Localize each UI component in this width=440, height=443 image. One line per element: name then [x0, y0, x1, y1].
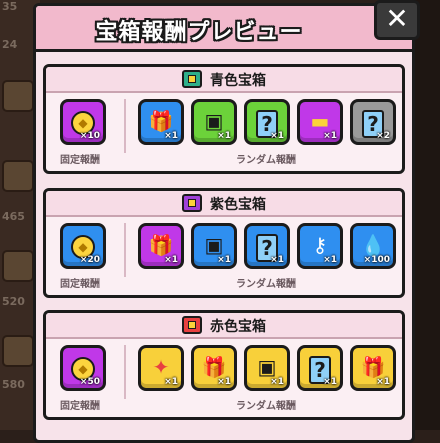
- random-reward-item[interactable]: ▣ ×1: [191, 99, 237, 145]
- robot-icon: ▣: [204, 109, 224, 133]
- reward-quantity: ×1: [217, 255, 231, 265]
- robot-icon: ▣: [204, 233, 224, 257]
- dialog-title-bar: 宝箱報酬プレビュー: [36, 6, 412, 52]
- background-number: 24: [2, 38, 18, 51]
- background-tile: [2, 250, 34, 282]
- robot-icon: ▣: [257, 355, 277, 379]
- section-title: 青色宝箱: [46, 70, 402, 90]
- section-title-text: 紫色宝箱: [210, 197, 266, 213]
- random-reward-item[interactable]: 🎁 ×1: [138, 223, 184, 269]
- map-icon: ✦: [152, 355, 170, 379]
- ticket-icon: ▬: [310, 109, 330, 133]
- drop-icon: 💧: [360, 233, 386, 257]
- reward-preview-dialog: 宝箱報酬プレビュー ✕ 青色宝箱 ◆ ×10 固定報酬 🎁 ×1 ▣ ×1? ×1 ▬ ×1? ×2 ラ…: [33, 0, 420, 443]
- chest-section: 紫色宝箱 ◆ ×20 固定報酬 🎁 ×1 ▣ ×1? ×1 ⚷ ×1 💧 ×100 ランダム報酬: [43, 188, 405, 298]
- section-header: 青色宝箱: [46, 67, 402, 93]
- random-reward-label: ランダム報酬: [236, 155, 296, 166]
- background-number: 580: [2, 378, 25, 391]
- reward-divider: [124, 99, 126, 153]
- reward-quantity: ×1: [270, 377, 284, 387]
- background-tile: [2, 335, 34, 367]
- reward-quantity: ×10: [79, 131, 100, 141]
- close-button[interactable]: ✕: [374, 0, 420, 40]
- random-reward-item[interactable]: ? ×2: [350, 99, 396, 145]
- reward-quantity: ×1: [217, 131, 231, 141]
- reward-quantity: ×1: [164, 131, 178, 141]
- reward-quantity: ×1: [270, 131, 284, 141]
- chest-section: 赤色宝箱 ◆ ×50 固定報酬 ✦ ×1 🎁 ×1 ▣ ×1? ×1 🎁 ×1 ランダム報酬: [43, 310, 405, 420]
- background-right-strip: [414, 0, 440, 430]
- section-header: 紫色宝箱: [46, 191, 402, 217]
- gift-icon: 🎁: [148, 109, 174, 133]
- background-number: 35: [2, 0, 18, 13]
- random-reward-item[interactable]: 🎁 ×1: [191, 345, 237, 391]
- fixed-reward-item[interactable]: ◆ ×20: [60, 223, 106, 269]
- reward-quantity: ×50: [79, 377, 100, 387]
- reward-quantity: ×20: [79, 255, 100, 265]
- random-reward-item[interactable]: ▣ ×1: [244, 345, 290, 391]
- random-reward-label: ランダム報酬: [236, 401, 296, 412]
- fixed-reward-item[interactable]: ◆ ×50: [60, 345, 106, 391]
- chest-section: 青色宝箱 ◆ ×10 固定報酬 🎁 ×1 ▣ ×1? ×1 ▬ ×1? ×2 ランダム報酬: [43, 64, 405, 174]
- background-tile: [2, 160, 34, 192]
- reward-divider: [124, 223, 126, 277]
- fixed-reward-item[interactable]: ◆ ×10: [60, 99, 106, 145]
- gift-icon: 🎁: [360, 355, 386, 379]
- section-title: 赤色宝箱: [46, 316, 402, 336]
- background-number: 465: [2, 210, 25, 223]
- random-reward-item[interactable]: 💧 ×100: [350, 223, 396, 269]
- random-reward-item[interactable]: 🎁 ×1: [138, 99, 184, 145]
- reward-quantity: ×1: [164, 255, 178, 265]
- fixed-reward-label: 固定報酬: [60, 155, 100, 166]
- reward-quantity: ×1: [323, 377, 337, 387]
- background-tile: [2, 80, 34, 112]
- chest-icon: [182, 194, 202, 212]
- fixed-reward-label: 固定報酬: [60, 401, 100, 412]
- random-reward-item[interactable]: ✦ ×1: [138, 345, 184, 391]
- reward-quantity: ×100: [363, 255, 390, 265]
- gift-icon: 🎁: [201, 355, 227, 379]
- fixed-reward-label: 固定報酬: [60, 279, 100, 290]
- chest-icon: [182, 316, 202, 334]
- random-reward-item[interactable]: ? ×1: [244, 223, 290, 269]
- random-reward-item[interactable]: ▣ ×1: [191, 223, 237, 269]
- section-title-text: 青色宝箱: [210, 73, 266, 89]
- reward-divider: [124, 345, 126, 399]
- reward-quantity: ×2: [376, 131, 390, 141]
- reward-quantity: ×1: [270, 255, 284, 265]
- key-icon: ⚷: [312, 233, 328, 257]
- chest-icon: [182, 70, 202, 88]
- reward-quantity: ×1: [164, 377, 178, 387]
- section-title: 紫色宝箱: [46, 194, 402, 214]
- section-header: 赤色宝箱: [46, 313, 402, 339]
- gift-icon: 🎁: [148, 233, 174, 257]
- random-reward-item[interactable]: ? ×1: [297, 345, 343, 391]
- reward-quantity: ×1: [323, 255, 337, 265]
- reward-quantity: ×1: [323, 131, 337, 141]
- reward-quantity: ×1: [217, 377, 231, 387]
- random-reward-item[interactable]: ⚷ ×1: [297, 223, 343, 269]
- random-reward-item[interactable]: 🎁 ×1: [350, 345, 396, 391]
- background-number: 520: [2, 295, 25, 308]
- random-reward-label: ランダム報酬: [236, 279, 296, 290]
- section-title-text: 赤色宝箱: [210, 319, 266, 335]
- random-reward-item[interactable]: ▬ ×1: [297, 99, 343, 145]
- reward-quantity: ×1: [376, 377, 390, 387]
- dialog-title: 宝箱報酬プレビュー: [95, 20, 303, 45]
- random-reward-item[interactable]: ? ×1: [244, 99, 290, 145]
